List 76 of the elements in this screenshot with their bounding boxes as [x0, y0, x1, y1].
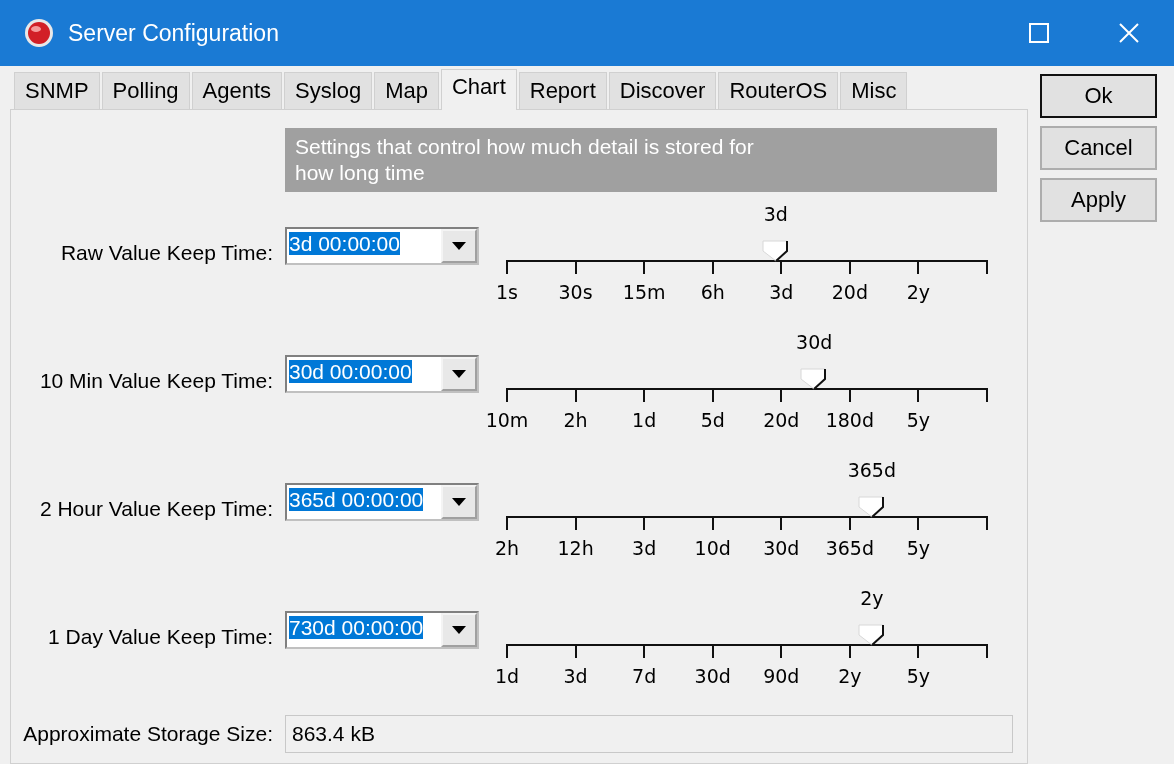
tick-label: 1d — [494, 665, 520, 687]
keep-time-field[interactable]: 730d 00:00:00 — [289, 616, 424, 639]
tick-label: 5y — [906, 665, 931, 687]
tick-label: 5d — [700, 409, 725, 431]
tick-label: 2y — [906, 281, 931, 303]
keep-time-combo[interactable]: 30d 00:00:00 — [285, 355, 479, 393]
tick-label: 1d — [632, 409, 657, 431]
dropdown-button[interactable] — [441, 485, 477, 519]
dropdown-button[interactable] — [441, 613, 477, 647]
tick-label: 10d — [694, 537, 731, 559]
slider-thumb[interactable] — [761, 240, 790, 262]
tick-label: 30s — [558, 281, 593, 303]
thumb-value-label: 3d — [763, 203, 788, 225]
keep-time-field[interactable]: 30d 00:00:00 — [289, 360, 412, 383]
tick-label: 12h — [557, 537, 594, 559]
info-text: Settings that control how much detail is stored for how long time — [295, 134, 755, 186]
close-icon — [1118, 22, 1140, 44]
slider-thumb[interactable] — [857, 496, 886, 518]
tick-label: 6h — [700, 281, 725, 303]
keep-time-label: 2 Hour Value Keep Time: — [38, 497, 273, 521]
dropdown-button[interactable] — [441, 229, 477, 263]
tab[interactable]: Report — [518, 72, 607, 110]
thumb-value-label: 30d — [796, 331, 833, 353]
app-logo-icon — [24, 18, 54, 48]
dialog-button[interactable]: Ok — [1040, 74, 1157, 118]
tick-label: 2y — [838, 665, 862, 687]
tab[interactable]: Syslog — [284, 72, 373, 110]
caret-icon — [452, 498, 466, 506]
tick-label: 3d — [563, 665, 588, 687]
tick-label: 1s — [496, 281, 518, 303]
tick-label: 2h — [494, 537, 520, 559]
tab[interactable]: Polling — [101, 72, 190, 110]
tick-label: 180d — [825, 409, 874, 431]
tick-label: 30d — [763, 537, 800, 559]
caret-icon — [452, 626, 466, 634]
caret-icon — [452, 370, 466, 378]
tick-label: 30d — [694, 665, 731, 687]
storage-size-label: Approximate Storage Size: — [22, 722, 273, 746]
tab[interactable]: Map — [374, 72, 439, 110]
tick-label: 7d — [632, 665, 657, 687]
maximize-icon — [1029, 23, 1049, 43]
keep-time-label: Raw Value Keep Time: — [59, 241, 273, 265]
keep-time-combo[interactable]: 365d 00:00:00 — [285, 483, 479, 521]
tick-label: 3d — [769, 281, 794, 303]
tab[interactable]: RouterOS — [718, 72, 839, 110]
tick-label: 20d — [831, 281, 868, 303]
tick-label: 20d — [763, 409, 800, 431]
dialog-button[interactable]: Cancel — [1040, 126, 1157, 170]
tab[interactable]: Chart — [440, 69, 517, 110]
keep-time-combo[interactable]: 730d 00:00:00 — [285, 611, 479, 649]
keep-time-field[interactable]: 365d 00:00:00 — [289, 488, 424, 511]
thumb-value-label: 365d — [847, 459, 896, 481]
storage-size-field: 863.4 kB — [285, 715, 1013, 753]
dialog-button[interactable]: Apply — [1040, 178, 1157, 222]
tick-label: 365d — [825, 537, 874, 559]
keep-time-label: 10 Min Value Keep Time: — [38, 369, 273, 393]
keep-time-field[interactable]: 3d 00:00:00 — [289, 232, 400, 255]
tick-label: 2h — [563, 409, 588, 431]
tab[interactable]: Agents — [191, 72, 283, 110]
keep-time-label: 1 Day Value Keep Time: — [47, 625, 273, 649]
tab[interactable]: Misc — [840, 72, 908, 110]
window-title: Server Configuration — [68, 19, 280, 47]
tab[interactable]: SNMP — [14, 72, 100, 110]
tick-label: 90d — [763, 665, 800, 687]
slider-thumb[interactable] — [800, 368, 829, 390]
tick-label: 15m — [622, 281, 666, 303]
tick-label: 5y — [906, 409, 931, 431]
thumb-value-label: 2y — [860, 587, 884, 609]
tab[interactable]: Discover — [608, 72, 717, 110]
keep-time-combo[interactable]: 3d 00:00:00 — [285, 227, 479, 265]
tick-label: 5y — [906, 537, 931, 559]
slider-thumb[interactable] — [857, 624, 886, 646]
tick-label: 3d — [632, 537, 657, 559]
caret-icon — [452, 242, 466, 250]
dropdown-button[interactable] — [441, 357, 477, 391]
tick-label: 10m — [485, 409, 529, 431]
